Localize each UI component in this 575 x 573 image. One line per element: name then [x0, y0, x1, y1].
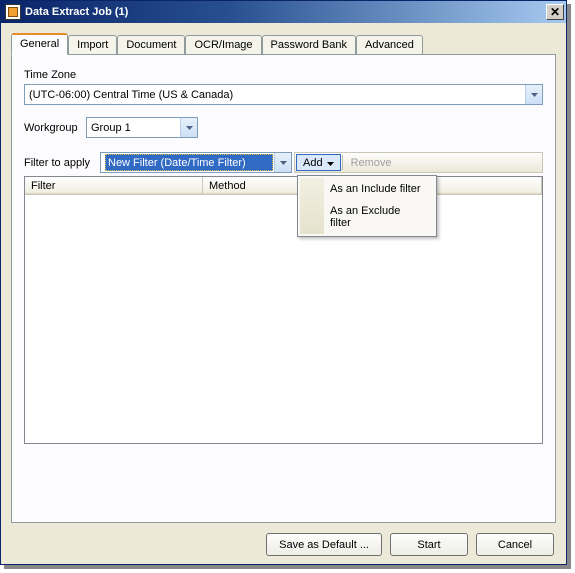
chevron-down-icon: [180, 118, 197, 137]
workgroup-label: Workgroup: [24, 122, 86, 134]
start-button[interactable]: Start: [390, 533, 468, 556]
chevron-down-icon: [327, 157, 334, 169]
filter-toolbar: Add As an Include filter As an Exclude f…: [294, 152, 543, 173]
close-icon[interactable]: ✕: [546, 4, 564, 20]
tab-ocr-image[interactable]: OCR/Image: [185, 35, 261, 54]
column-filter[interactable]: Filter: [25, 177, 203, 194]
tab-import[interactable]: Import: [68, 35, 117, 54]
workgroup-dropdown[interactable]: Group 1: [86, 117, 198, 138]
app-icon: [5, 4, 21, 20]
table-header: Filter Method: [25, 177, 542, 195]
menu-item-exclude[interactable]: As an Exclude filter: [300, 200, 434, 234]
filter-to-apply-label: Filter to apply: [24, 157, 100, 169]
title-text: Data Extract Job (1): [25, 6, 546, 18]
tab-advanced[interactable]: Advanced: [356, 35, 423, 54]
cancel-button[interactable]: Cancel: [476, 533, 554, 556]
save-as-default-button[interactable]: Save as Default ...: [266, 533, 382, 556]
remove-button: Remove: [344, 154, 399, 171]
tab-general[interactable]: General: [11, 33, 68, 55]
chevron-down-icon: [274, 153, 291, 172]
workgroup-value: Group 1: [91, 122, 131, 134]
tab-strip: General Import Document OCR/Image Passwo…: [11, 33, 556, 54]
filter-to-apply-value: New Filter (Date/Time Filter): [105, 154, 273, 171]
add-button[interactable]: Add As an Include filter As an Exclude f…: [296, 154, 341, 171]
tab-document[interactable]: Document: [117, 35, 185, 54]
add-menu: As an Include filter As an Exclude filte…: [297, 175, 437, 237]
time-zone-value: (UTC-06:00) Central Time (US & Canada): [29, 89, 233, 101]
filters-table: Filter Method: [24, 176, 543, 444]
remove-button-label: Remove: [351, 157, 392, 169]
add-button-label: Add: [303, 157, 323, 169]
tab-password-bank[interactable]: Password Bank: [262, 35, 356, 54]
filter-to-apply-dropdown[interactable]: New Filter (Date/Time Filter): [100, 152, 292, 173]
menu-item-include[interactable]: As an Include filter: [300, 178, 434, 200]
dialog-buttons: Save as Default ... Start Cancel: [11, 533, 556, 556]
dialog-window: Data Extract Job (1) ✕ General Import Do…: [0, 0, 567, 565]
titlebar: Data Extract Job (1) ✕: [1, 1, 566, 23]
time-zone-dropdown[interactable]: (UTC-06:00) Central Time (US & Canada): [24, 84, 543, 105]
tab-panel-general: Time Zone (UTC-06:00) Central Time (US &…: [11, 54, 556, 523]
chevron-down-icon: [525, 85, 542, 104]
toolbar-separator: [342, 155, 343, 170]
time-zone-label: Time Zone: [24, 69, 543, 81]
